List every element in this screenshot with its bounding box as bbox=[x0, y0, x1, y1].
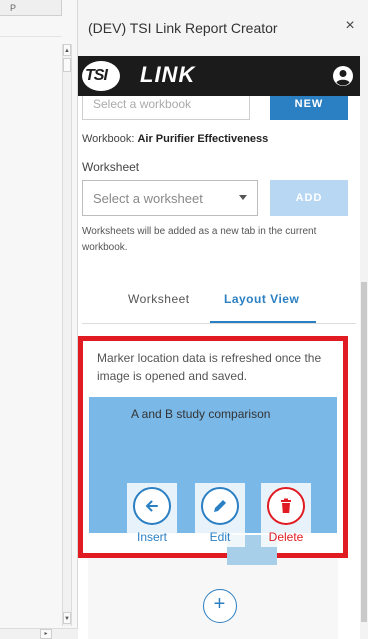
pencil-icon bbox=[214, 500, 226, 512]
marker-refresh-note: Marker location data is refreshed once t… bbox=[97, 351, 322, 383]
insert-button[interactable]: Insert bbox=[127, 483, 177, 547]
sheet-scroll-thumb[interactable] bbox=[63, 58, 71, 72]
grid-line bbox=[0, 36, 62, 37]
scroll-down-icon[interactable]: ▼ bbox=[63, 612, 71, 624]
workbook-label: Workbook: bbox=[82, 133, 135, 145]
chevron-down-icon bbox=[239, 195, 247, 200]
task-pane: (DEV) TSI Link Report Creator × TSI LINK… bbox=[78, 0, 368, 639]
link-logo-text: LINK bbox=[140, 62, 196, 87]
worksheet-select-placeholder: Select a worksheet bbox=[93, 191, 203, 206]
edit-label: Edit bbox=[209, 530, 231, 544]
trash-icon bbox=[281, 498, 291, 513]
pane-scroll-thumb[interactable] bbox=[361, 282, 367, 622]
worksheet-label: Worksheet bbox=[82, 160, 140, 174]
user-circle-icon[interactable] bbox=[332, 65, 354, 87]
brand-bar: TSI LINK bbox=[78, 56, 360, 96]
layout-preview[interactable]: A and B study comparison Insert Edit Del… bbox=[89, 397, 337, 565]
view-tabs: Worksheet Layout View bbox=[82, 280, 356, 324]
add-layout-button[interactable]: + bbox=[203, 589, 237, 623]
layout-card-highlight: Marker location data is refreshed once t… bbox=[78, 336, 348, 565]
active-tab-indicator bbox=[210, 321, 316, 323]
scroll-up-icon[interactable]: ▲ bbox=[63, 44, 71, 56]
delete-icon-circle bbox=[267, 487, 305, 525]
worksheet-hint: Worksheets will be added as a new tab in… bbox=[82, 226, 317, 253]
pane-title: (DEV) TSI Link Report Creator bbox=[88, 20, 278, 36]
workbook-name: Air Purifier Effectiveness bbox=[137, 133, 269, 145]
scroll-right-icon[interactable]: ▸ bbox=[40, 629, 52, 639]
workbook-line: Workbook: Air Purifier Effectiveness bbox=[82, 133, 268, 145]
sheet-vertical-scrollbar[interactable]: ▲ ▼ bbox=[62, 44, 72, 626]
tsi-logo-text: TSI bbox=[85, 67, 108, 84]
pane-header: (DEV) TSI Link Report Creator × bbox=[78, 0, 368, 56]
workbook-select-placeholder: Select a workbook bbox=[93, 97, 192, 111]
delete-label: Delete bbox=[268, 530, 304, 544]
tab-layout-view[interactable]: Layout View bbox=[224, 292, 299, 306]
new-workbook-button[interactable]: NEW bbox=[270, 96, 348, 120]
add-worksheet-button[interactable]: ADD bbox=[270, 180, 348, 216]
arrow-left-icon bbox=[146, 500, 158, 512]
sheet-horizontal-scrollbar[interactable]: ▸ bbox=[0, 628, 78, 639]
worksheet-select[interactable]: Select a worksheet bbox=[82, 180, 258, 216]
workbook-select[interactable]: Select a workbook bbox=[82, 96, 250, 120]
layout-preview-title: A and B study comparison bbox=[131, 407, 271, 421]
spreadsheet-strip: P ▲ ▼ ▸ bbox=[0, 0, 78, 639]
edit-button[interactable]: Edit bbox=[195, 483, 245, 547]
close-icon[interactable]: × bbox=[342, 18, 358, 34]
plus-icon: + bbox=[213, 593, 226, 615]
pane-content: Select a workbook NEW Workbook: Air Puri… bbox=[78, 96, 360, 639]
edit-icon-circle bbox=[201, 487, 239, 525]
insert-label: Insert bbox=[136, 530, 167, 544]
insert-icon-circle bbox=[133, 487, 171, 525]
column-header[interactable]: P bbox=[0, 0, 62, 16]
delete-button[interactable]: Delete bbox=[261, 483, 311, 547]
tab-worksheet[interactable]: Worksheet bbox=[128, 292, 190, 306]
tsi-logo: TSI bbox=[82, 61, 120, 91]
pane-scrollbar[interactable] bbox=[360, 56, 368, 639]
